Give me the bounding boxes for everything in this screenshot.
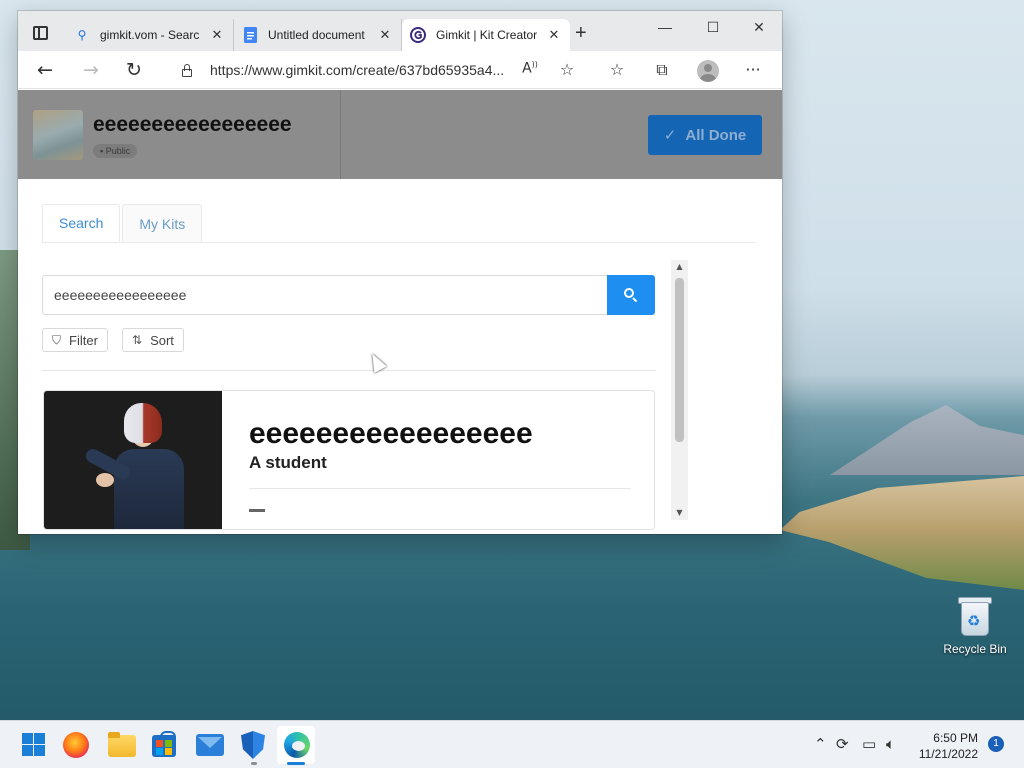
kit-title[interactable]: eeeeeeeeeeeeeeeee (93, 113, 292, 137)
tab-title: gimkit.vom - Searc (100, 28, 200, 42)
volume-icon[interactable]: 🔈︎ (886, 735, 895, 753)
tab-my-kits[interactable]: My Kits (122, 204, 203, 243)
search-input[interactable]: eeeeeeeeeeeeeeeee (42, 275, 608, 315)
sort-label: Sort (150, 332, 174, 348)
tab-actions-icon (32, 26, 48, 40)
header-divider (340, 90, 341, 179)
search-button[interactable] (607, 275, 655, 315)
results-scrollbar[interactable]: ▲ ▼ (671, 260, 688, 520)
back-arrow-icon[interactable]: ← (33, 58, 57, 82)
clock-date: 11/21/2022 (918, 747, 978, 761)
scroll-thumb[interactable] (675, 278, 684, 442)
sort-button[interactable]: ⇅ Sort (122, 328, 184, 352)
sort-icon: ⇅ (132, 333, 143, 347)
url-text: https://www.gimkit.com/create/637bd65935… (210, 62, 505, 78)
visibility-badge[interactable]: ▪ Public (93, 144, 138, 158)
mail-icon[interactable] (196, 734, 224, 756)
results-divider (42, 370, 656, 371)
new-tab-button[interactable]: + (575, 23, 587, 43)
read-aloud-icon[interactable]: A)) (519, 60, 541, 80)
page-content: eeeeeeeeeeeeeeeee ▪ Public ✓ All Done Se… (18, 90, 782, 534)
filter-label: Filter (69, 332, 98, 348)
result-title: eeeeeeeeeeeeeeeee (249, 417, 533, 450)
add-favorite-icon[interactable]: ☆ (556, 60, 578, 80)
running-indicator (251, 762, 257, 765)
address-bar[interactable]: https://www.gimkit.com/create/637bd65935… (166, 55, 554, 85)
close-icon[interactable]: ✕ (377, 27, 393, 43)
network-icon[interactable]: ▭ (862, 735, 876, 753)
tab-title: Gimkit | Kit Creator (436, 28, 538, 42)
notification-badge[interactable]: 1 (988, 736, 1004, 752)
result-divider (249, 488, 631, 489)
maximize-icon[interactable]: ☐ (698, 19, 728, 36)
result-thumbnail (44, 391, 222, 529)
tab-strip: ⚲ gimkit.vom - Searc ✕ Untitled document… (18, 11, 782, 51)
close-window-icon[interactable]: ✕ (744, 19, 774, 36)
tab-search[interactable]: Search (42, 204, 121, 243)
close-icon[interactable]: ✕ (209, 27, 225, 43)
refresh-icon[interactable]: ↻ (122, 58, 146, 82)
profile-avatar-icon[interactable] (697, 60, 719, 82)
search-input-value: eeeeeeeeeeeeeeeee (54, 287, 187, 303)
security-shield-icon[interactable] (241, 731, 265, 759)
result-more-content (249, 509, 265, 512)
gimkit-icon (410, 27, 426, 43)
tab-title: Untitled document (268, 28, 365, 42)
result-subtitle: A student (249, 453, 327, 472)
firefox-icon[interactable] (63, 732, 89, 758)
kit-header: eeeeeeeeeeeeeeeee ▪ Public ✓ All Done (18, 90, 782, 179)
file-explorer-icon[interactable] (108, 732, 136, 757)
scroll-down-icon[interactable]: ▼ (671, 506, 688, 520)
browser-tab-search[interactable]: ⚲ gimkit.vom - Searc ✕ (66, 19, 234, 51)
minimize-icon[interactable]: — (650, 19, 680, 35)
all-done-button[interactable]: ✓ All Done (648, 115, 762, 155)
docs-icon (242, 27, 258, 43)
filter-button[interactable]: ⛉ Filter (42, 328, 108, 352)
browser-tab-document[interactable]: Untitled document ✕ (234, 19, 402, 51)
start-button[interactable] (20, 731, 48, 759)
all-done-label: All Done (685, 126, 747, 144)
wallpaper-grass (780, 476, 1024, 590)
search-tabs: Search My Kits (42, 204, 203, 243)
search-result-card[interactable]: eeeeeeeeeeeeeeeee A student (43, 390, 655, 530)
scroll-up-icon[interactable]: ▲ (671, 260, 688, 274)
search-icon: ⚲ (77, 28, 87, 42)
chevron-up-icon[interactable]: ⌃ (814, 735, 827, 753)
favorites-icon[interactable]: ☆ (606, 60, 628, 80)
wallpaper-mountain (830, 405, 1024, 475)
collections-icon[interactable]: ⧉ (651, 60, 673, 80)
browser-toolbar: ← → ↻ https://www.gimkit.com/create/637b… (18, 51, 782, 89)
recycle-bin-label: Recycle Bin (943, 642, 1007, 656)
microsoft-store-icon[interactable] (152, 731, 176, 757)
tabs-divider (42, 242, 756, 243)
recycle-bin-icon: ♻ (957, 596, 993, 638)
sync-icon[interactable]: ⟳ (836, 735, 849, 753)
taskbar: ⌃ ⟳ ▭ 🔈︎ 6:50 PM 11/21/2022 1 (0, 720, 1024, 768)
recycle-bin-shortcut[interactable]: ♻ Recycle Bin (942, 596, 1008, 656)
kit-cover-image[interactable] (33, 110, 83, 160)
forward-arrow-icon[interactable]: → (79, 58, 103, 82)
lock-icon (180, 63, 194, 77)
search-icon (624, 288, 638, 303)
tab-actions-button[interactable] (26, 19, 54, 47)
clock-time: 6:50 PM (933, 731, 978, 745)
active-app-indicator (287, 762, 305, 765)
system-clock[interactable]: 6:50 PM 11/21/2022 (918, 730, 978, 762)
more-options-icon[interactable]: ··· (742, 60, 764, 80)
browser-window: ⚲ gimkit.vom - Searc ✕ Untitled document… (18, 11, 782, 534)
browser-tab-gimkit[interactable]: Gimkit | Kit Creator ✕ (402, 19, 570, 51)
filter-icon: ⛉ (52, 332, 62, 347)
close-icon[interactable]: ✕ (546, 27, 562, 43)
visibility-label: Public (105, 146, 131, 156)
edge-icon[interactable] (284, 732, 310, 758)
checkmark-icon: ✓ (663, 126, 677, 144)
